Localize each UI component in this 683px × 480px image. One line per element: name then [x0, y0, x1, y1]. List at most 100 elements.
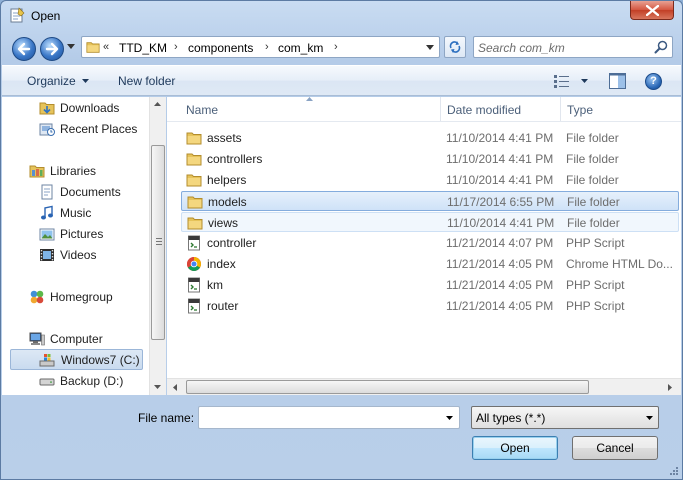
- file-name-combo[interactable]: [198, 406, 460, 429]
- file-row-controller[interactable]: controller 11/21/2014 4:07 PM PHP Script: [181, 233, 679, 253]
- file-date: 11/10/2014 4:41 PM: [446, 173, 554, 187]
- scroll-right-icon[interactable]: [668, 384, 672, 391]
- music-icon: [41, 205, 53, 220]
- nav-item-homegroup[interactable]: Homegroup: [29, 287, 149, 307]
- breadcrumb-separator-icon[interactable]: ›: [174, 41, 178, 53]
- recent-places-icon: [39, 123, 55, 136]
- column-type[interactable]: Type: [567, 103, 593, 117]
- breadcrumb-separator-icon[interactable]: ›: [334, 41, 338, 53]
- file-date: 11/21/2014 4:07 PM: [446, 236, 554, 250]
- file-row-models[interactable]: models 11/17/2014 6:55 PM File folder: [181, 191, 679, 211]
- nav-item-recent-places[interactable]: Recent Places: [39, 119, 149, 139]
- breadcrumb-overflow[interactable]: «: [103, 41, 109, 53]
- chevron-down-icon[interactable]: [426, 45, 434, 50]
- computer-icon: [29, 332, 45, 346]
- breadcrumb-separator-icon[interactable]: ›: [265, 41, 269, 53]
- file-name: index: [207, 257, 236, 271]
- forward-button[interactable]: [40, 37, 64, 61]
- folder-icon: [186, 132, 202, 145]
- nav-item-label: Libraries: [50, 164, 97, 178]
- documents-icon: [41, 184, 53, 200]
- file-date: 11/10/2014 4:41 PM: [446, 131, 554, 145]
- search-box[interactable]: [473, 36, 673, 58]
- breadcrumb-ttd-km[interactable]: TTD_KM: [119, 41, 167, 55]
- refresh-button[interactable]: [444, 36, 466, 58]
- file-row-router[interactable]: router 11/21/2014 4:05 PM PHP Script: [181, 296, 679, 316]
- nav-item-music[interactable]: Music: [39, 203, 149, 223]
- file-row-index[interactable]: index 11/21/2014 4:05 PM Chrome HTML Do.…: [181, 254, 679, 274]
- nav-item-label: Homegroup: [50, 290, 113, 304]
- back-button[interactable]: [12, 37, 36, 61]
- close-button[interactable]: [630, 1, 674, 20]
- new-folder-button[interactable]: New folder: [118, 74, 175, 88]
- column-date-modified[interactable]: Date modified: [447, 103, 521, 117]
- folder-icon: [186, 174, 202, 187]
- php-file-icon: [188, 277, 200, 293]
- nav-item-videos[interactable]: Videos: [39, 245, 149, 265]
- file-type: PHP Script: [566, 236, 625, 250]
- file-type: PHP Script: [566, 278, 625, 292]
- column-name[interactable]: Name: [186, 103, 218, 117]
- nav-item-label: Videos: [60, 248, 97, 262]
- file-type: File folder: [567, 216, 620, 230]
- navigation-pane: Downloads Recent Places Libraries Docume…: [2, 97, 166, 395]
- nav-item-label: Windows7 (C:): [61, 353, 140, 367]
- nav-item-computer[interactable]: Computer: [29, 329, 149, 349]
- file-date: 11/21/2014 4:05 PM: [446, 299, 554, 313]
- file-date: 11/21/2014 4:05 PM: [446, 257, 554, 271]
- search-input[interactable]: [478, 40, 648, 55]
- chevron-down-icon[interactable]: [82, 79, 89, 83]
- breadcrumb-components[interactable]: components: [188, 41, 253, 55]
- recent-locations-dropdown[interactable]: [67, 44, 75, 49]
- view-options-dropdown[interactable]: [581, 79, 588, 83]
- nav-item-label: Recent Places: [60, 122, 138, 136]
- sort-ascending-icon: [306, 97, 313, 101]
- file-type: Chrome HTML Do...: [566, 257, 673, 271]
- file-list: Name Date modified Type assets 11/10/201…: [167, 97, 681, 395]
- preview-pane-icon[interactable]: [609, 73, 626, 89]
- breadcrumb-com-km[interactable]: com_km: [278, 41, 323, 55]
- resize-grip-icon[interactable]: [668, 465, 679, 476]
- nav-item-libraries[interactable]: Libraries: [29, 161, 149, 181]
- nav-item-label: Pictures: [60, 227, 104, 241]
- nav-item-documents[interactable]: Documents: [39, 182, 149, 202]
- scroll-down-icon[interactable]: [154, 385, 161, 389]
- file-row-km[interactable]: km 11/21/2014 4:05 PM PHP Script: [181, 275, 679, 295]
- chevron-down-icon[interactable]: [446, 416, 453, 420]
- file-row-helpers[interactable]: helpers 11/10/2014 4:41 PM File folder: [181, 170, 679, 190]
- nav-item-pictures[interactable]: Pictures: [39, 224, 149, 244]
- scroll-left-icon[interactable]: [173, 384, 177, 391]
- folder-icon: [186, 153, 202, 166]
- folder-icon: [86, 42, 100, 53]
- scrollbar-thumb[interactable]: [151, 145, 165, 340]
- scroll-up-icon[interactable]: [154, 102, 161, 106]
- navigation-scrollbar[interactable]: [149, 97, 166, 395]
- address-bar[interactable]: « TTD_KM › components › com_km ›: [81, 36, 440, 58]
- libraries-icon: [29, 165, 45, 178]
- file-name: helpers: [207, 173, 247, 187]
- file-date: 11/10/2014 4:41 PM: [447, 216, 555, 230]
- nav-item-downloads[interactable]: Downloads: [39, 98, 149, 118]
- nav-item-label: Documents: [60, 185, 121, 199]
- view-list-icon[interactable]: [554, 74, 570, 88]
- nav-item-backup-d[interactable]: Backup (D:): [39, 371, 149, 391]
- nav-item-windows7-c[interactable]: Windows7 (C:): [10, 349, 143, 370]
- file-type: PHP Script: [566, 299, 625, 313]
- search-icon[interactable]: [654, 40, 668, 54]
- file-row-assets[interactable]: assets 11/10/2014 4:41 PM File folder: [181, 128, 679, 148]
- horizontal-scrollbar[interactable]: [167, 378, 681, 395]
- file-name-input[interactable]: [202, 410, 432, 425]
- file-row-views[interactable]: views 11/10/2014 4:41 PM File folder: [181, 212, 679, 232]
- file-type: File folder: [566, 131, 619, 145]
- file-row-controllers[interactable]: controllers 11/10/2014 4:41 PM File fold…: [181, 149, 679, 169]
- folder-icon: [187, 196, 203, 209]
- organize-button[interactable]: Organize: [27, 74, 76, 88]
- cancel-button[interactable]: Cancel: [572, 436, 658, 460]
- open-button[interactable]: Open: [472, 436, 558, 460]
- file-name: models: [208, 195, 247, 209]
- help-button[interactable]: ?: [645, 73, 662, 90]
- pictures-icon: [39, 228, 55, 241]
- file-type-select[interactable]: All types (*.*): [471, 406, 659, 429]
- file-name: views: [208, 216, 239, 230]
- scrollbar-thumb[interactable]: [186, 380, 589, 394]
